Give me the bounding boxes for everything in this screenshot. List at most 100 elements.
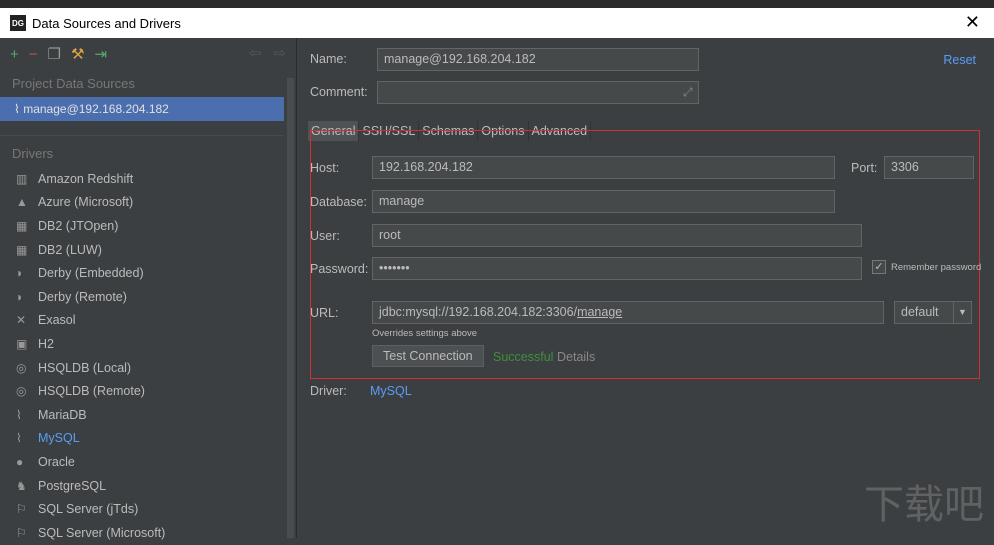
driver-item[interactable]: ▣ H2 — [0, 332, 296, 356]
driver-label: Exasol — [38, 313, 76, 328]
driver-label: PostgreSQL — [38, 478, 107, 493]
project-sources-header: Project Data Sources — [12, 76, 135, 91]
password-label: Password: — [310, 262, 369, 276]
data-source-item[interactable]: ⌇ manage@192.168.204.182 — [0, 97, 284, 121]
expand-icon[interactable]: ⤢ — [683, 85, 693, 100]
remember-password-label: Remember password — [891, 262, 982, 273]
watermark: 下载吧 — [864, 482, 984, 528]
url-prefix: jdbc:mysql://192.168.204.182:3306/ — [379, 305, 578, 319]
sidebar-toolbar: + − ❐ ⚒ ⇥ ⇦ ⇨ — [0, 38, 296, 70]
url-label: URL: — [310, 306, 339, 320]
driver-item[interactable]: ⚐ SQL Server (jTds) — [0, 497, 296, 521]
driver-item[interactable]: ⌇ MariaDB — [0, 403, 296, 427]
user-label: User: — [310, 229, 340, 243]
divider — [0, 135, 284, 136]
driver-item[interactable]: ● Oracle — [0, 450, 296, 474]
driver-label: DB2 (LUW) — [38, 242, 102, 257]
name-label: Name: — [310, 52, 347, 66]
driver-label: Derby (Embedded) — [38, 266, 144, 281]
database-input[interactable]: manage — [372, 190, 835, 213]
host-label: Host: — [310, 161, 340, 175]
comment-label: Comment: — [310, 85, 368, 99]
port-input[interactable]: 3306 — [884, 156, 974, 179]
driver-icon: ◎ — [16, 360, 27, 375]
details-link[interactable]: Details — [557, 350, 595, 364]
driver-item[interactable]: ⚐ SQL Server (Microsoft) — [0, 521, 296, 545]
driver-label: Amazon Redshift — [38, 171, 134, 186]
driver-settings-icon[interactable]: ⚒ — [71, 45, 84, 63]
close-icon[interactable]: ✕ — [965, 12, 980, 33]
driver-label: MariaDB — [38, 407, 87, 422]
drivers-header: Drivers — [12, 146, 54, 161]
driver-label: Derby (Remote) — [38, 289, 127, 304]
driver-icon: ▲ — [16, 195, 28, 210]
driver-item[interactable]: ⌇ MySQL — [0, 427, 296, 451]
overrides-hint: Overrides settings above — [372, 328, 478, 339]
driver-icon: ◗ — [16, 289, 24, 304]
driver-label: DB2 (JTOpen) — [38, 218, 119, 233]
port-label: Port: — [851, 161, 878, 175]
url-mode-select[interactable]: default ▼ — [894, 301, 972, 324]
duplicate-icon[interactable]: ❐ — [48, 45, 61, 63]
driver-icon: ⌇ — [16, 431, 22, 446]
background-strip — [0, 0, 994, 8]
driver-icon: ▦ — [16, 242, 28, 257]
driver-icon: ⌇ — [16, 407, 22, 422]
driver-label: Oracle — [38, 454, 75, 469]
driver-item[interactable]: ▦ DB2 (JTOpen) — [0, 214, 296, 238]
host-input[interactable]: 192.168.204.182 — [372, 156, 835, 179]
driver-icon: ♞ — [16, 478, 27, 493]
window-title: Data Sources and Drivers — [32, 15, 181, 31]
driver-label: H2 — [38, 336, 54, 351]
driver-label: Azure (Microsoft) — [38, 195, 134, 210]
add-icon[interactable]: + — [10, 46, 19, 63]
driver-label: HSQLDB (Remote) — [38, 384, 145, 399]
sidebar: + − ❐ ⚒ ⇥ ⇦ ⇨ Project Data Sources ⌇ mana… — [0, 38, 297, 540]
url-database: manage — [577, 305, 623, 319]
user-input[interactable]: root — [372, 224, 862, 247]
driver-icon: ▥ — [16, 171, 28, 186]
url-mode-value: default — [901, 305, 939, 319]
driver-item[interactable]: ◗ Derby (Remote) — [0, 285, 296, 309]
back-icon[interactable]: ⇦ — [249, 44, 262, 62]
driver-item[interactable]: ◗ Derby (Embedded) — [0, 261, 296, 285]
driver-icon: ◗ — [16, 266, 24, 281]
driver-label: HSQLDB (Local) — [38, 360, 132, 375]
driver-icon: ⚐ — [16, 502, 27, 517]
driver-item[interactable]: ◎ HSQLDB (Remote) — [0, 379, 296, 403]
reset-link[interactable]: Reset — [943, 53, 976, 67]
scrollbar[interactable] — [287, 78, 294, 538]
comment-input[interactable] — [377, 81, 699, 104]
driver-icon: ✕ — [16, 313, 27, 328]
remove-icon[interactable]: − — [29, 46, 38, 63]
app-logo: DG — [10, 15, 26, 31]
driver-icon: ▣ — [16, 336, 28, 351]
driver-icon: ▦ — [16, 218, 28, 233]
driver-item[interactable]: ▥ Amazon Redshift — [0, 167, 296, 191]
url-input[interactable]: jdbc:mysql://192.168.204.182:3306/manage — [372, 301, 884, 324]
main-panel: Name: manage@192.168.204.182 Comment: ⤢ … — [298, 38, 994, 538]
chevron-down-icon[interactable]: ▼ — [953, 302, 971, 323]
driver-item[interactable]: ◎ HSQLDB (Local) — [0, 356, 296, 380]
name-input[interactable]: manage@192.168.204.182 — [377, 48, 699, 71]
password-input[interactable]: ••••••• — [372, 257, 862, 280]
driver-item[interactable]: ♞ PostgreSQL — [0, 474, 296, 498]
driver-label: Driver: — [310, 384, 347, 398]
driver-item[interactable]: ▦ DB2 (LUW) — [0, 238, 296, 262]
driver-icon: ● — [16, 454, 24, 469]
forward-icon[interactable]: ⇨ — [273, 44, 286, 62]
drivers-list: ▥ Amazon Redshift ▲ Azure (Microsoft) ▦ DB2 (… — [0, 167, 296, 545]
driver-item[interactable]: ▲ Azure (Microsoft) — [0, 191, 296, 215]
mysql-icon: ⌇ — [14, 102, 24, 116]
test-connection-button[interactable]: Test Connection — [372, 345, 484, 367]
driver-item[interactable]: ✕ Exasol — [0, 309, 296, 333]
connection-status: Successful — [493, 350, 554, 364]
driver-link[interactable]: MySQL — [370, 384, 412, 398]
data-source-label: manage@192.168.204.182 — [23, 102, 169, 116]
title-bar: DG Data Sources and Drivers ✕ — [0, 8, 994, 38]
driver-label: SQL Server (jTds) — [38, 502, 139, 517]
driver-icon: ◎ — [16, 384, 27, 399]
remember-password-checkbox[interactable]: ✓ — [872, 260, 886, 274]
database-label: Database: — [310, 195, 367, 209]
import-icon[interactable]: ⇥ — [94, 45, 107, 63]
